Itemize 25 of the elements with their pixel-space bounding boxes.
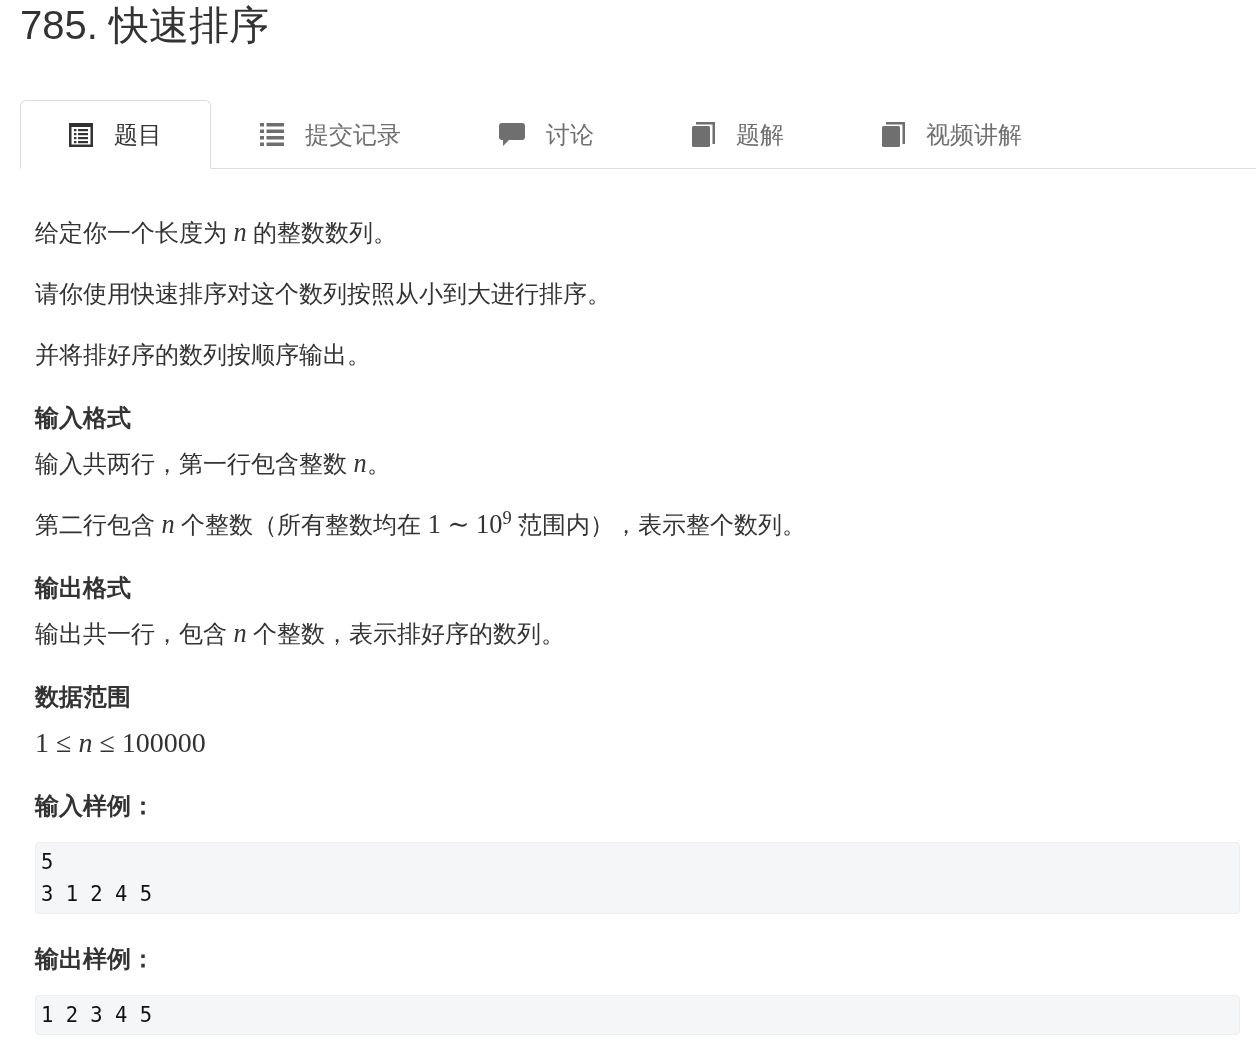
problem-text: 第二行包含 n 个整数（所有整数均在 1 ∼ 10$^{9}$ 范围内），表示整个数列。 [35, 507, 807, 541]
tab[interactable]: 提交记录 [211, 100, 450, 169]
problem-text: 请你使用快速排序对这个数列按照从小到大进行排序。 [35, 280, 611, 309]
problem-text: 给定你一个长度为 n 的整数数列。 [35, 217, 398, 249]
tab[interactable]: 视频讲解 [833, 100, 1071, 169]
problem-text: 输入共两行，第一行包含整数 n。 [35, 448, 391, 480]
document-list-icon [69, 122, 93, 147]
section-heading: 数据范围 [35, 683, 131, 712]
tab[interactable]: 题目 [20, 100, 211, 169]
section-heading: 输入格式 [35, 404, 131, 433]
constraint-formula: 1 ≤ n ≤ 100000 [35, 726, 206, 760]
sample-code: 5 3 1 2 4 5 [35, 842, 1240, 914]
speech-bubble-icon [499, 123, 525, 146]
section-heading: 输入样例： [35, 792, 155, 821]
tab[interactable]: 题解 [643, 100, 833, 169]
section-heading: 输出格式 [35, 574, 131, 603]
sample-code: 1 2 3 4 5 [35, 995, 1240, 1035]
book-icon [882, 122, 905, 147]
tab[interactable]: 讨论 [450, 100, 643, 169]
problem-text: 输出共一行，包含 n 个整数，表示排好序的数列。 [35, 618, 566, 650]
section-heading: 输出样例： [35, 945, 155, 974]
book-icon [692, 122, 715, 147]
problem-title: 785. 快速排序 [20, 2, 269, 49]
problem-text: 并将排好序的数列按顺序输出。 [35, 341, 371, 370]
list-icon [260, 122, 284, 147]
